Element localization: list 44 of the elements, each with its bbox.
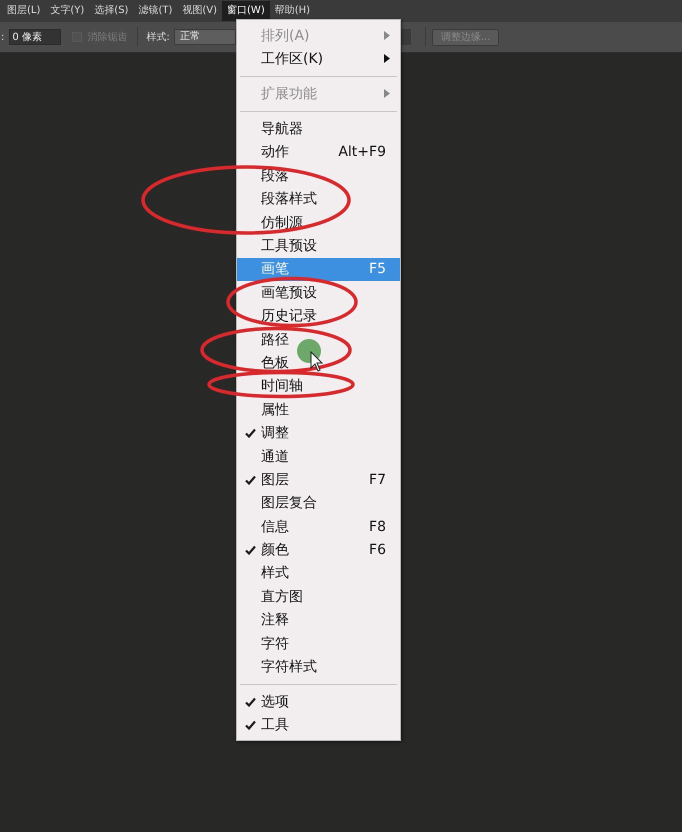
menu-bar-item[interactable]: 图层(L): [2, 1, 46, 21]
menu-item[interactable]: 颜色 F6: [237, 538, 400, 562]
menu-bar-item[interactable]: 窗口(W): [222, 1, 270, 21]
checkmark-icon: [244, 474, 256, 485]
submenu-arrow-icon: [384, 89, 390, 98]
menu-item[interactable]: 图层 F7: [237, 468, 400, 492]
menu-item[interactable]: 动作 Alt+F9: [237, 140, 400, 164]
menu-item[interactable]: 属性: [237, 398, 400, 422]
menu-item[interactable]: 路径: [237, 328, 400, 352]
menu-bar-item[interactable]: 视图(V): [177, 1, 222, 21]
menu-item[interactable]: 工作区(K): [237, 47, 400, 71]
style-label: 样式:: [146, 30, 170, 44]
menu-item[interactable]: 字符: [237, 632, 400, 656]
feather-field[interactable]: 0 像素: [9, 29, 62, 45]
menu-item[interactable]: 画笔预设: [237, 281, 400, 304]
menu-item[interactable]: 直方图: [237, 585, 400, 609]
submenu-arrow-icon: [384, 31, 390, 40]
submenu-arrow-icon: [384, 54, 390, 64]
menu-item[interactable]: 字符样式: [237, 655, 400, 679]
cursor-icon: [310, 350, 324, 372]
menu-item[interactable]: 注释: [237, 608, 400, 632]
menu-bar-item[interactable]: 滤镜(T): [133, 1, 178, 21]
menu-item[interactable]: 历史记录: [237, 304, 400, 328]
checkmark-icon: [244, 720, 256, 730]
menu-item[interactable]: 图层复合: [237, 492, 400, 515]
menu-item[interactable]: 工具: [237, 714, 400, 738]
field-label: :: [1, 32, 4, 42]
menu-bar-item[interactable]: 文字(Y): [45, 1, 90, 21]
menu-item[interactable]: 样式: [237, 562, 400, 586]
menu-bar-item[interactable]: 帮助(H): [270, 1, 316, 21]
menu-item[interactable]: 调整: [237, 421, 400, 445]
menu-item[interactable]: 色板: [237, 351, 400, 375]
checkmark-icon: [244, 697, 256, 708]
menu-item[interactable]: 通道: [237, 444, 400, 468]
menu-bar-item[interactable]: 选择(S): [89, 1, 134, 21]
checkmark-icon: [244, 545, 256, 556]
checkmark-icon: [244, 428, 256, 438]
style-dropdown[interactable]: 正常: [174, 29, 236, 45]
menu-item[interactable]: 段落样式: [237, 188, 400, 211]
menu-item[interactable]: 工具预设: [237, 234, 400, 258]
menu-item[interactable]: 时间轴: [237, 374, 400, 398]
menu-item[interactable]: 信息 F8: [237, 515, 400, 538]
menu-item[interactable]: 导航器: [237, 117, 400, 141]
menu-item[interactable]: 选项: [237, 690, 400, 714]
